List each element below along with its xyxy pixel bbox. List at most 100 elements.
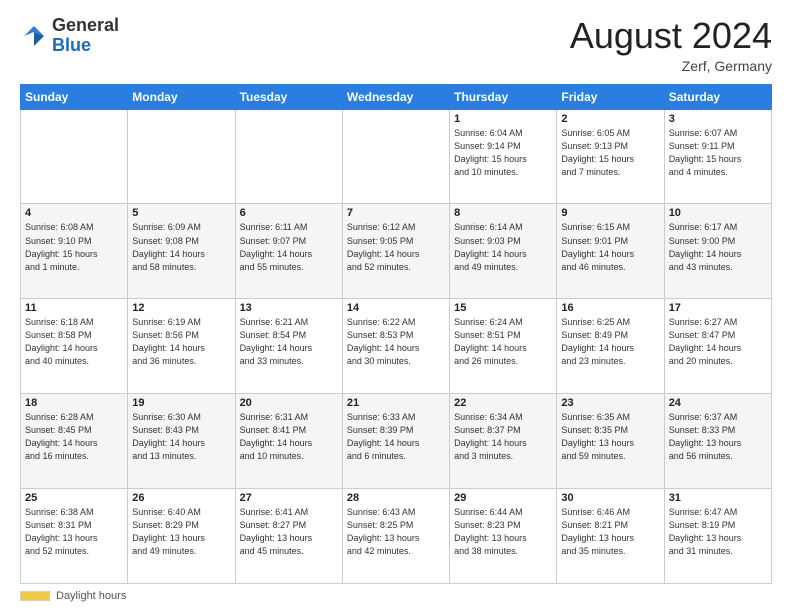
calendar-week-row: 1Sunrise: 6:04 AMSunset: 9:14 PMDaylight… — [21, 109, 772, 204]
header: General Blue August 2024 Zerf, Germany — [20, 16, 772, 74]
calendar-day-cell: 31Sunrise: 6:47 AMSunset: 8:19 PMDayligh… — [664, 489, 771, 584]
month-title: August 2024 — [570, 16, 772, 56]
day-info: Sunrise: 6:22 AMSunset: 8:53 PMDaylight:… — [347, 316, 445, 368]
calendar-dow-header: Friday — [557, 84, 664, 109]
day-info: Sunrise: 6:30 AMSunset: 8:43 PMDaylight:… — [132, 411, 230, 463]
day-info: Sunrise: 6:08 AMSunset: 9:10 PMDaylight:… — [25, 221, 123, 273]
page: General Blue August 2024 Zerf, Germany S… — [0, 0, 792, 612]
day-info: Sunrise: 6:34 AMSunset: 8:37 PMDaylight:… — [454, 411, 552, 463]
calendar-day-cell — [235, 109, 342, 204]
day-info: Sunrise: 6:18 AMSunset: 8:58 PMDaylight:… — [25, 316, 123, 368]
day-number: 21 — [347, 397, 445, 409]
day-info: Sunrise: 6:05 AMSunset: 9:13 PMDaylight:… — [561, 127, 659, 179]
day-info: Sunrise: 6:35 AMSunset: 8:35 PMDaylight:… — [561, 411, 659, 463]
day-number: 4 — [25, 207, 123, 219]
day-info: Sunrise: 6:12 AMSunset: 9:05 PMDaylight:… — [347, 221, 445, 273]
day-info: Sunrise: 6:15 AMSunset: 9:01 PMDaylight:… — [561, 221, 659, 273]
day-number: 23 — [561, 397, 659, 409]
day-info: Sunrise: 6:44 AMSunset: 8:23 PMDaylight:… — [454, 506, 552, 558]
logo: General Blue — [20, 16, 119, 56]
calendar-day-cell: 13Sunrise: 6:21 AMSunset: 8:54 PMDayligh… — [235, 299, 342, 394]
calendar-day-cell: 21Sunrise: 6:33 AMSunset: 8:39 PMDayligh… — [342, 394, 449, 489]
day-info: Sunrise: 6:14 AMSunset: 9:03 PMDaylight:… — [454, 221, 552, 273]
logo-icon — [20, 22, 48, 50]
day-number: 26 — [132, 492, 230, 504]
day-info: Sunrise: 6:19 AMSunset: 8:56 PMDaylight:… — [132, 316, 230, 368]
day-number: 1 — [454, 113, 552, 125]
calendar-dow-header: Tuesday — [235, 84, 342, 109]
footer: Daylight hours — [20, 590, 772, 602]
day-number: 12 — [132, 302, 230, 314]
calendar-day-cell — [21, 109, 128, 204]
day-info: Sunrise: 6:27 AMSunset: 8:47 PMDaylight:… — [669, 316, 767, 368]
day-info: Sunrise: 6:46 AMSunset: 8:21 PMDaylight:… — [561, 506, 659, 558]
calendar-day-cell: 30Sunrise: 6:46 AMSunset: 8:21 PMDayligh… — [557, 489, 664, 584]
calendar-week-row: 11Sunrise: 6:18 AMSunset: 8:58 PMDayligh… — [21, 299, 772, 394]
day-number: 6 — [240, 207, 338, 219]
day-number: 3 — [669, 113, 767, 125]
day-number: 29 — [454, 492, 552, 504]
calendar-day-cell: 18 Sunrise: 6:28 AMSunset: 8:45 PMDayligh… — [21, 394, 128, 489]
day-number: 9 — [561, 207, 659, 219]
calendar-day-cell: 22Sunrise: 6:34 AMSunset: 8:37 PMDayligh… — [450, 394, 557, 489]
calendar-day-cell: 19Sunrise: 6:30 AMSunset: 8:43 PMDayligh… — [128, 394, 235, 489]
calendar-day-cell: 8 Sunrise: 6:14 AMSunset: 9:03 PMDaylight… — [450, 204, 557, 299]
day-info: Sunrise: 6:38 AMSunset: 8:31 PMDaylight:… — [25, 506, 123, 558]
calendar-day-cell: 15Sunrise: 6:24 AMSunset: 8:51 PMDayligh… — [450, 299, 557, 394]
calendar-day-cell: 11Sunrise: 6:18 AMSunset: 8:58 PMDayligh… — [21, 299, 128, 394]
calendar-day-cell: 4 Sunrise: 6:08 AMSunset: 9:10 PMDaylight… — [21, 204, 128, 299]
daylight-label: Daylight hours — [56, 590, 126, 602]
logo-text: General Blue — [52, 16, 119, 56]
calendar-day-cell: 26 Sunrise: 6:40 AMSunset: 8:29 PMDayligh… — [128, 489, 235, 584]
day-number: 31 — [669, 492, 767, 504]
logo-blue: Blue — [52, 35, 91, 55]
calendar-day-cell: 12 Sunrise: 6:19 AMSunset: 8:56 PMDayligh… — [128, 299, 235, 394]
calendar-week-row: 25 Sunrise: 6:38 AMSunset: 8:31 PMDayligh… — [21, 489, 772, 584]
daylight-bar-icon — [20, 591, 50, 601]
calendar-day-cell: 1Sunrise: 6:04 AMSunset: 9:14 PMDaylight… — [450, 109, 557, 204]
day-info: Sunrise: 6:28 AMSunset: 8:45 PMDaylight:… — [25, 411, 123, 463]
calendar-day-cell: 17 Sunrise: 6:27 AMSunset: 8:47 PMDayligh… — [664, 299, 771, 394]
day-number: 25 — [25, 492, 123, 504]
calendar-day-cell: 3 Sunrise: 6:07 AMSunset: 9:11 PMDaylight… — [664, 109, 771, 204]
day-info: Sunrise: 6:17 AMSunset: 9:00 PMDaylight:… — [669, 221, 767, 273]
calendar-day-cell: 28 Sunrise: 6:43 AMSunset: 8:25 PMDayligh… — [342, 489, 449, 584]
calendar-day-cell: 7 Sunrise: 6:12 AMSunset: 9:05 PMDaylight… — [342, 204, 449, 299]
day-number: 20 — [240, 397, 338, 409]
calendar-day-cell: 23 Sunrise: 6:35 AMSunset: 8:35 PMDayligh… — [557, 394, 664, 489]
day-number: 14 — [347, 302, 445, 314]
day-number: 13 — [240, 302, 338, 314]
day-number: 18 — [25, 397, 123, 409]
calendar-table: SundayMondayTuesdayWednesdayThursdayFrid… — [20, 84, 772, 584]
day-info: Sunrise: 6:41 AMSunset: 8:27 PMDaylight:… — [240, 506, 338, 558]
day-info: Sunrise: 6:37 AMSunset: 8:33 PMDaylight:… — [669, 411, 767, 463]
calendar-dow-header: Saturday — [664, 84, 771, 109]
calendar-day-cell — [342, 109, 449, 204]
calendar-day-cell: 10Sunrise: 6:17 AMSunset: 9:00 PMDayligh… — [664, 204, 771, 299]
calendar-week-row: 18 Sunrise: 6:28 AMSunset: 8:45 PMDayligh… — [21, 394, 772, 489]
calendar-day-cell: 2 Sunrise: 6:05 AMSunset: 9:13 PMDaylight… — [557, 109, 664, 204]
calendar-day-cell: 20 Sunrise: 6:31 AMSunset: 8:41 PMDayligh… — [235, 394, 342, 489]
day-info: Sunrise: 6:24 AMSunset: 8:51 PMDaylight:… — [454, 316, 552, 368]
day-info: Sunrise: 6:40 AMSunset: 8:29 PMDaylight:… — [132, 506, 230, 558]
day-info: Sunrise: 6:07 AMSunset: 9:11 PMDaylight:… — [669, 127, 767, 179]
day-info: Sunrise: 6:31 AMSunset: 8:41 PMDaylight:… — [240, 411, 338, 463]
day-number: 17 — [669, 302, 767, 314]
day-number: 24 — [669, 397, 767, 409]
calendar-day-cell: 16Sunrise: 6:25 AMSunset: 8:49 PMDayligh… — [557, 299, 664, 394]
calendar-day-cell: 14 Sunrise: 6:22 AMSunset: 8:53 PMDayligh… — [342, 299, 449, 394]
calendar-week-row: 4 Sunrise: 6:08 AMSunset: 9:10 PMDaylight… — [21, 204, 772, 299]
location: Zerf, Germany — [570, 58, 772, 74]
day-info: Sunrise: 6:43 AMSunset: 8:25 PMDaylight:… — [347, 506, 445, 558]
day-number: 8 — [454, 207, 552, 219]
calendar-dow-header: Thursday — [450, 84, 557, 109]
calendar-day-cell: 24 Sunrise: 6:37 AMSunset: 8:33 PMDayligh… — [664, 394, 771, 489]
day-number: 2 — [561, 113, 659, 125]
day-number: 28 — [347, 492, 445, 504]
calendar-dow-header: Wednesday — [342, 84, 449, 109]
day-number: 5 — [132, 207, 230, 219]
title-block: August 2024 Zerf, Germany — [570, 16, 772, 74]
calendar-day-cell: 29 Sunrise: 6:44 AMSunset: 8:23 PMDayligh… — [450, 489, 557, 584]
day-number: 7 — [347, 207, 445, 219]
day-number: 16 — [561, 302, 659, 314]
